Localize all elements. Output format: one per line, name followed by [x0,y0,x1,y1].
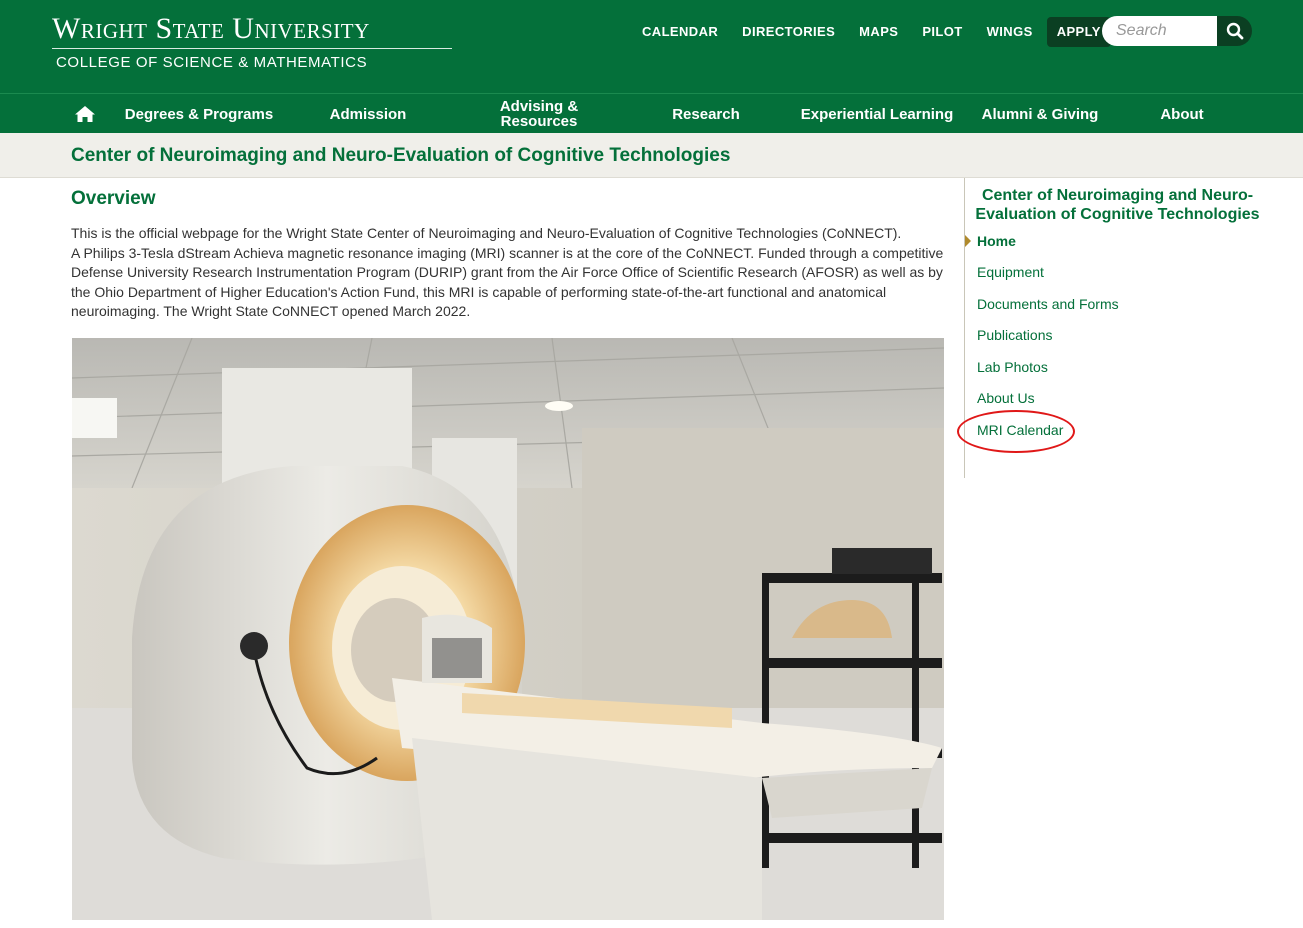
university-name: Wright State University [52,12,370,45]
utility-link-maps[interactable]: MAPS [847,17,910,47]
nav-advising-resources[interactable]: Advising & Resources [480,94,598,134]
nav-alumni-giving[interactable]: Alumni & Giving [976,94,1104,134]
nav-degrees-programs[interactable]: Degrees & Programs [118,94,280,134]
sidebar-link-publications[interactable]: Publications [977,327,1053,343]
nav-research[interactable]: Research [660,94,752,134]
sidebar-link-equipment[interactable]: Equipment [977,264,1044,280]
intro-paragraph: This is the official webpage for the Wri… [71,225,902,241]
active-indicator-arrow [965,235,971,247]
mri-scanner-photo [72,338,944,920]
sidebar-link-lab-photos[interactable]: Lab Photos [977,359,1048,375]
search-box [1102,16,1252,46]
page-title-band: Center of Neuroimaging and Neuro-Evaluat… [0,133,1303,178]
utility-link-directories[interactable]: DIRECTORIES [730,17,847,47]
university-logo[interactable]: Wright State University College of Scien… [52,12,452,71]
search-icon [1226,22,1243,40]
college-name[interactable]: College of Science & Mathematics [52,54,452,71]
body-paragraph: A Philips 3-Tesla dStream Achieva magnet… [71,244,944,320]
nav-advising-line2: Resources [500,113,578,130]
nav-admission[interactable]: Admission [318,94,418,134]
highlight-annotation-circle [957,410,1075,453]
sidebar-link-documents-forms[interactable]: Documents and Forms [977,296,1119,312]
sidebar-link-home[interactable]: Home [977,233,1016,249]
nav-experiential-learning[interactable]: Experiential Learning [794,94,960,134]
nav-about[interactable]: About [1150,94,1214,134]
utility-link-wings[interactable]: WINGS [975,17,1045,47]
logo-divider [52,48,452,49]
sidebar-link-about-us[interactable]: About Us [977,390,1035,406]
utility-nav: CALENDAR DIRECTORIES MAPS PILOT WINGS AP… [630,17,1111,47]
site-header: Wright State University College of Scien… [0,0,1303,93]
search-button[interactable] [1217,16,1252,46]
page-title[interactable]: Center of Neuroimaging and Neuro-Evaluat… [71,145,730,167]
main-nav: Degrees & Programs Admission Advising & … [0,93,1303,133]
nav-advising-line1: Advising & [499,98,579,115]
home-icon [75,106,95,122]
utility-link-pilot[interactable]: PILOT [910,17,974,47]
nav-home[interactable] [70,94,100,134]
search-input[interactable] [1102,16,1217,46]
utility-link-calendar[interactable]: CALENDAR [630,17,730,47]
sidebar-title[interactable]: Center of Neuroimaging and Neuro-Evaluat… [975,186,1260,224]
section-heading: Overview [71,188,156,209]
main-content: Overview This is the official webpage fo… [71,188,944,322]
